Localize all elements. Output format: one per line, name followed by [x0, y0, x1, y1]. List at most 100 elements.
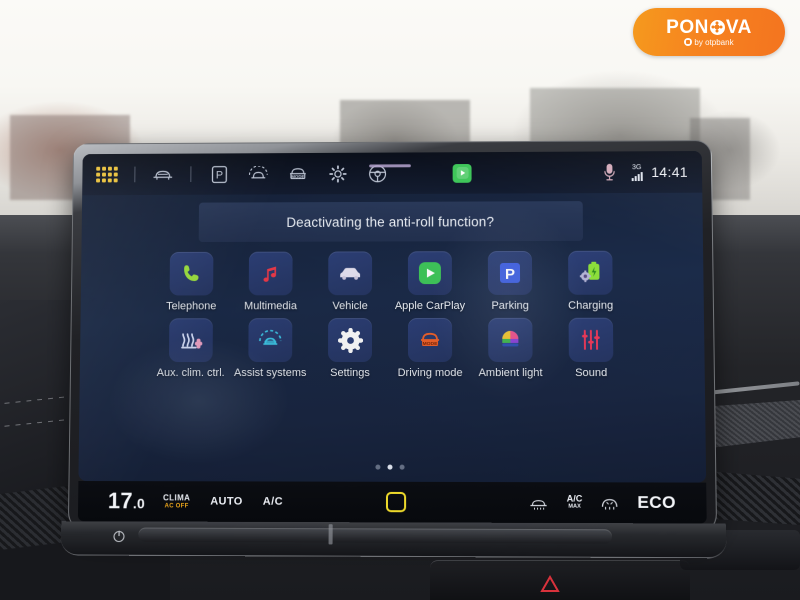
svg-text:MODE: MODE: [291, 174, 304, 179]
car-assist-icon[interactable]: [245, 163, 271, 185]
otpbank-logo-icon: [684, 38, 692, 46]
app-tile: [248, 318, 292, 362]
page-dot-active[interactable]: [387, 465, 392, 470]
app-tile: [249, 252, 293, 296]
temperature-value: 17: [108, 488, 133, 513]
page-dot[interactable]: [375, 465, 380, 470]
app-label: Settings: [330, 367, 370, 379]
power-button[interactable]: [112, 529, 125, 542]
svg-text:MODE: MODE: [423, 341, 439, 347]
svg-text:P: P: [505, 267, 515, 283]
ambient-light-icon: [497, 327, 523, 353]
status-divider-2: [190, 166, 191, 182]
infotainment-unit: P MODE 3G 14:41 Deactivating the anti-ro…: [68, 140, 712, 532]
carplay-icon: [417, 260, 443, 286]
app-telephone[interactable]: Telephone: [152, 252, 232, 313]
app-aux-climate-control[interactable]: Aux. clim. ctrl.: [151, 319, 231, 380]
app-label: Ambient light: [478, 367, 542, 379]
hazard-warning-button[interactable]: [540, 575, 560, 593]
rear-defrost-icon[interactable]: [527, 495, 549, 509]
temperature-decimal: .0: [133, 495, 145, 511]
proximity-indicator: [369, 164, 411, 167]
aux-climate-icon: [178, 329, 204, 353]
microphone-icon[interactable]: [597, 161, 623, 183]
watermark-brand: PON VA: [666, 18, 752, 37]
app-driving-mode[interactable]: MODE Driving mode: [390, 318, 470, 379]
app-label: Parking: [491, 300, 529, 312]
app-ambient-light[interactable]: Ambient light: [470, 318, 551, 380]
app-grid-icon[interactable]: [96, 167, 118, 183]
clima-label: CLIMA: [163, 493, 190, 502]
watermark-brand-right: VA: [726, 18, 752, 37]
ponova-watermark: PON VA by otpbank: [633, 8, 785, 56]
watermark-subtitle: by otpbank: [684, 38, 733, 47]
temperature-display[interactable]: 17.0: [108, 490, 145, 512]
clock: 14:41: [651, 164, 688, 180]
app-tile: [169, 319, 213, 363]
app-sound[interactable]: Sound: [550, 318, 631, 380]
app-label: Vehicle: [332, 300, 367, 312]
app-tile: [568, 251, 613, 295]
app-label: Driving mode: [398, 367, 463, 379]
status-divider-1: [134, 167, 135, 183]
app-tile: [569, 318, 614, 362]
app-assist-systems[interactable]: Assist systems: [230, 318, 310, 379]
equalizer-icon: [578, 328, 604, 352]
home-square-button[interactable]: [386, 492, 406, 512]
driving-mode-icon: MODE: [417, 329, 443, 351]
watermark-o-logo-icon: [710, 20, 725, 35]
app-multimedia[interactable]: Multimedia: [231, 252, 311, 313]
page-indicator[interactable]: [375, 465, 404, 470]
svg-text:P: P: [215, 169, 222, 181]
ac-button[interactable]: A/C: [263, 496, 283, 508]
settings-gear-icon[interactable]: [325, 163, 351, 185]
app-tile: MODE: [408, 318, 452, 362]
ac-max-sub: MAX: [568, 504, 580, 511]
music-note-icon: [259, 262, 283, 286]
app-tile: [328, 251, 372, 295]
app-tile: [488, 318, 532, 362]
app-apple-carplay[interactable]: Apple CarPlay: [390, 251, 470, 312]
parking-p-icon[interactable]: P: [206, 163, 232, 185]
anti-roll-dialog[interactable]: Deactivating the anti-roll function?: [199, 201, 583, 242]
dialog-message: Deactivating the anti-roll function?: [286, 214, 494, 230]
front-defrost-icon[interactable]: [600, 496, 620, 510]
screen-bezel: P MODE 3G 14:41 Deactivating the anti-ro…: [68, 140, 717, 535]
bezel-chin: [69, 525, 716, 527]
app-tile: [328, 318, 372, 362]
app-label: Multimedia: [244, 300, 297, 312]
carplay-status-icon[interactable]: [453, 164, 472, 183]
app-vehicle[interactable]: Vehicle: [310, 251, 390, 312]
watermark-brand-left: PON: [666, 18, 709, 37]
speaker-grille: [138, 528, 612, 544]
battery-gear-icon: [577, 260, 603, 286]
page-dot[interactable]: [400, 465, 405, 470]
app-label: Sound: [575, 367, 607, 379]
ac-max-button[interactable]: A/C MAX: [567, 494, 583, 510]
eco-indicator[interactable]: ECO: [637, 493, 676, 514]
app-label: Assist systems: [234, 367, 306, 379]
clima-status[interactable]: CLIMA AC OFF: [163, 493, 190, 509]
watermark-sub-text: by otpbank: [694, 38, 733, 47]
app-parking[interactable]: P Parking: [470, 251, 551, 312]
app-tile: [408, 251, 452, 295]
app-label: Aux. clim. ctrl.: [157, 367, 225, 379]
app-settings[interactable]: Settings: [310, 318, 390, 379]
speaker-notch: [329, 524, 333, 544]
climate-bar: 17.0 CLIMA AC OFF AUTO A/C A/C MAX ECO: [78, 481, 707, 523]
network-type-label: 3G: [632, 164, 641, 171]
settings-gear-icon: [338, 328, 363, 353]
touchscreen[interactable]: P MODE 3G 14:41 Deactivating the anti-ro…: [78, 151, 706, 483]
signal-bars-icon: [632, 172, 643, 181]
app-label: Apple CarPlay: [395, 300, 465, 312]
app-grid: Telephone Multimedia Vehicle Apple CarPl…: [80, 251, 705, 380]
phone-icon: [180, 262, 204, 286]
assist-car-icon: [257, 329, 283, 351]
app-charging[interactable]: Charging: [550, 251, 631, 312]
center-console: [430, 560, 690, 600]
car-icon: [337, 263, 363, 283]
auto-button[interactable]: AUTO: [210, 495, 243, 507]
driving-mode-icon[interactable]: MODE: [285, 163, 311, 185]
app-tile: [170, 252, 214, 296]
car-front-icon[interactable]: [150, 163, 176, 185]
